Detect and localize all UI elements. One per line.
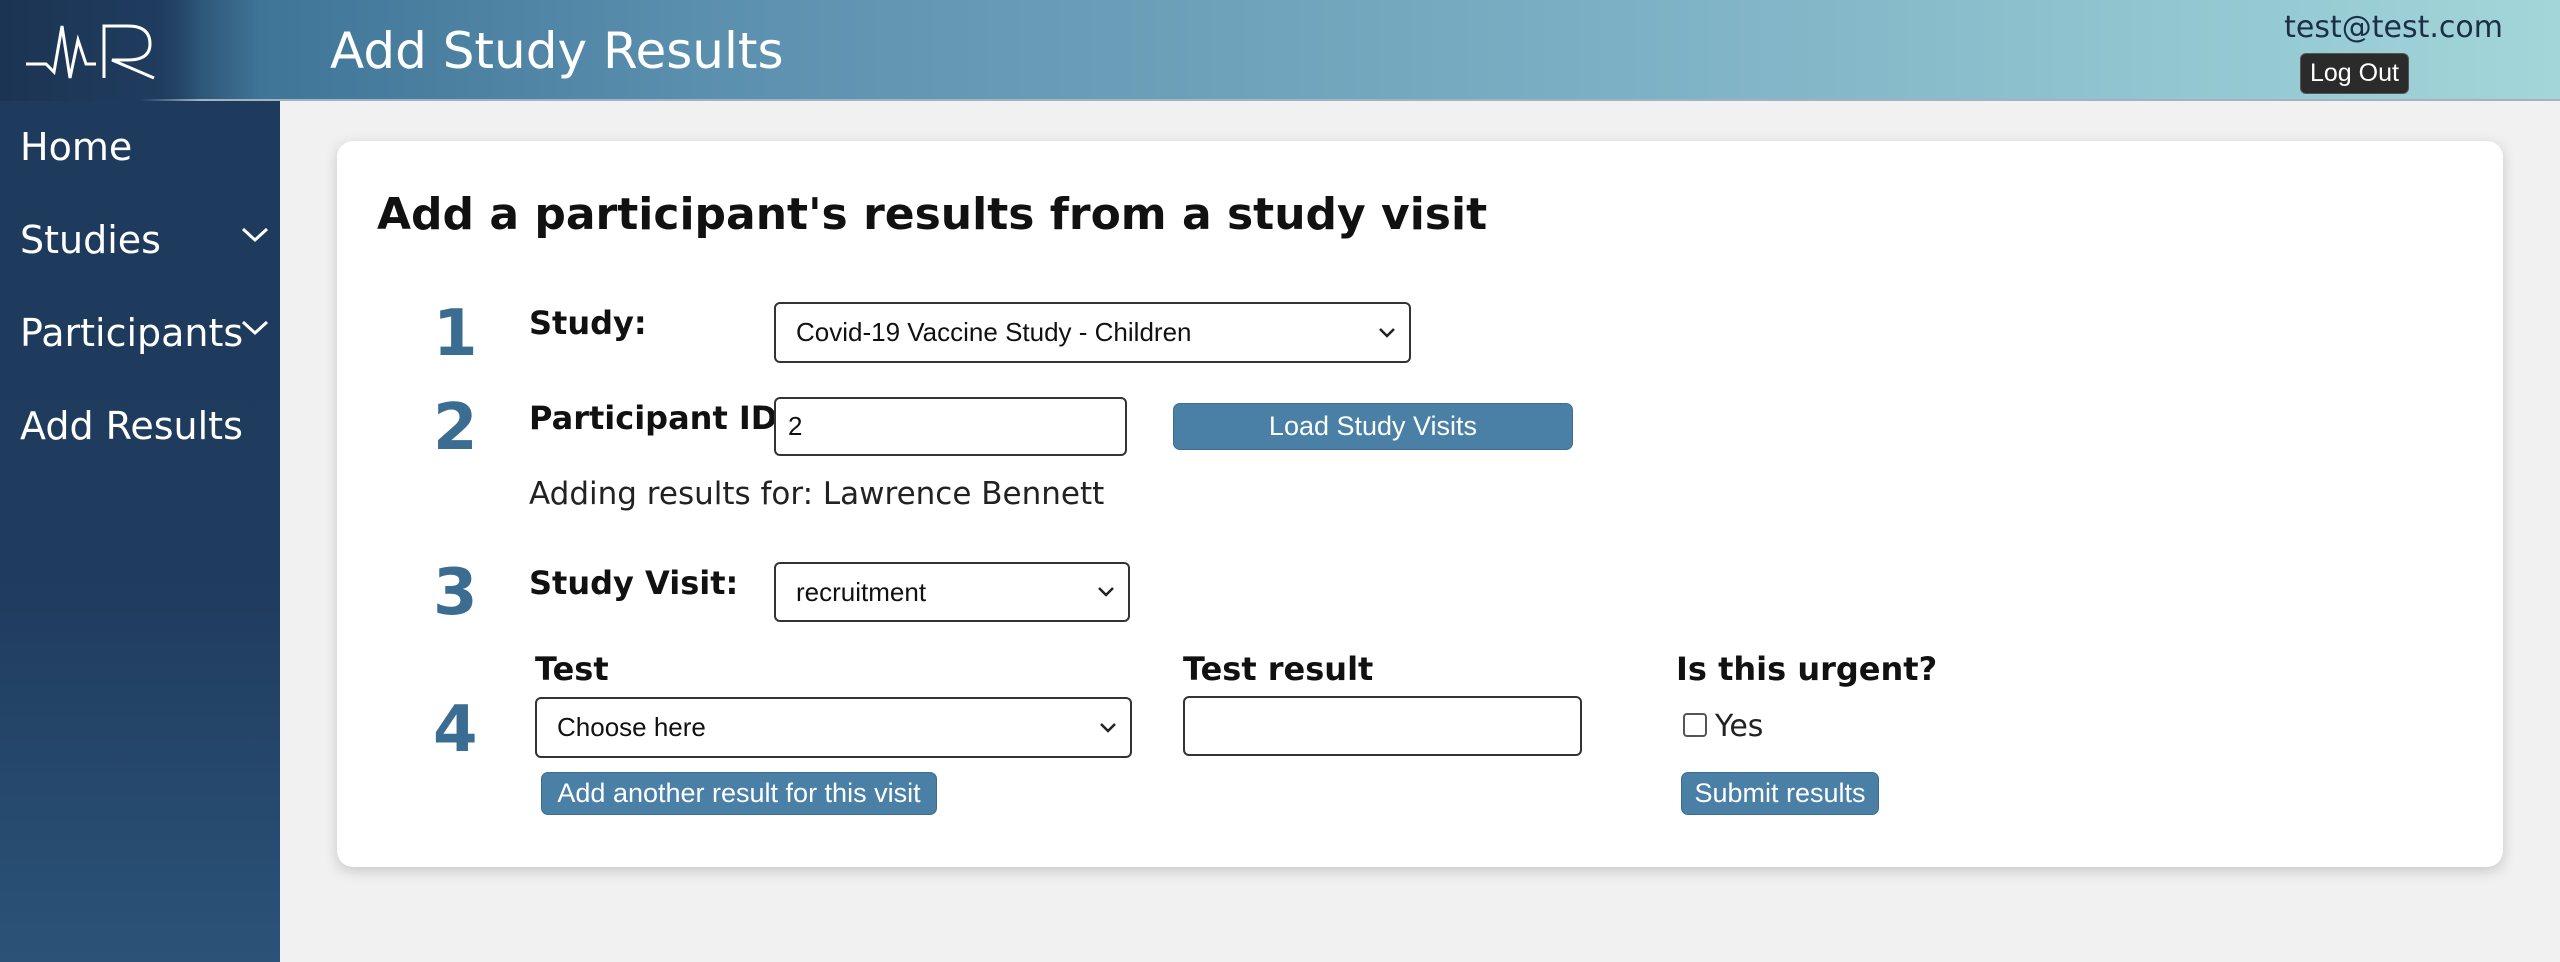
test-result-input[interactable]	[1183, 696, 1582, 756]
study-select[interactable]: Covid-19 Vaccine Study - Children	[774, 302, 1411, 363]
submit-results-button[interactable]: Submit results	[1681, 772, 1879, 815]
chevron-down-icon	[1098, 587, 1114, 597]
test-column-label: Test	[535, 650, 609, 688]
step-number-1: 1	[433, 297, 478, 371]
sidebar-item-label: Add Results	[20, 404, 243, 448]
load-study-visits-button[interactable]: Load Study Visits	[1173, 403, 1573, 450]
chevron-down-icon	[241, 320, 269, 336]
test-result-column-label: Test result	[1183, 650, 1374, 688]
chevron-down-icon	[1379, 327, 1395, 338]
step-number-2: 2	[433, 391, 478, 465]
test-select[interactable]: Choose here	[535, 697, 1132, 758]
form-title: Add a participant's results from a study…	[377, 189, 1488, 240]
add-another-result-button[interactable]: Add another result for this visit	[541, 772, 937, 815]
top-header: Add Study Results test@test.com Log Out	[0, 0, 2560, 101]
urgent-yes-label: Yes	[1715, 709, 1764, 744]
study-visit-select[interactable]: recruitment	[774, 562, 1130, 622]
add-results-card: Add a participant's results from a study…	[337, 141, 2503, 867]
participant-id-input[interactable]: 2	[774, 397, 1127, 456]
urgent-column-label: Is this urgent?	[1676, 650, 1938, 688]
step-number-3: 3	[433, 556, 478, 630]
sidebar-item-label: Studies	[20, 218, 161, 262]
sidebar-item-studies[interactable]: Studies	[20, 218, 270, 262]
sidebar-item-home[interactable]: Home	[20, 125, 270, 169]
study-select-value: Covid-19 Vaccine Study - Children	[796, 317, 1192, 347]
study-visit-label: Study Visit:	[529, 564, 739, 602]
step-number-4: 4	[433, 693, 478, 767]
participant-id-label: Participant ID:	[529, 399, 791, 437]
study-visit-select-value: recruitment	[796, 576, 927, 607]
sidebar-item-add-results[interactable]: Add Results	[20, 404, 270, 448]
chevron-down-icon	[1100, 722, 1116, 733]
logo-icon	[26, 24, 155, 80]
sidebar-item-label: Home	[20, 125, 133, 169]
logout-button[interactable]: Log Out	[2300, 53, 2409, 94]
user-email: test@test.com	[2284, 10, 2503, 45]
chevron-down-icon	[241, 227, 269, 243]
participant-id-value: 2	[788, 411, 803, 441]
sidebar-item-label: Participants	[20, 311, 244, 355]
participant-name-note: Adding results for: Lawrence Bennett	[529, 476, 1105, 512]
study-label: Study:	[529, 304, 647, 342]
urgent-checkbox[interactable]	[1683, 713, 1707, 737]
test-select-value: Choose here	[557, 712, 706, 742]
app-logo[interactable]	[0, 0, 200, 101]
sidebar: Home Studies Participants Add Results	[0, 101, 280, 962]
page-title: Add Study Results	[330, 22, 784, 80]
sidebar-item-participants[interactable]: Participants	[20, 311, 270, 355]
